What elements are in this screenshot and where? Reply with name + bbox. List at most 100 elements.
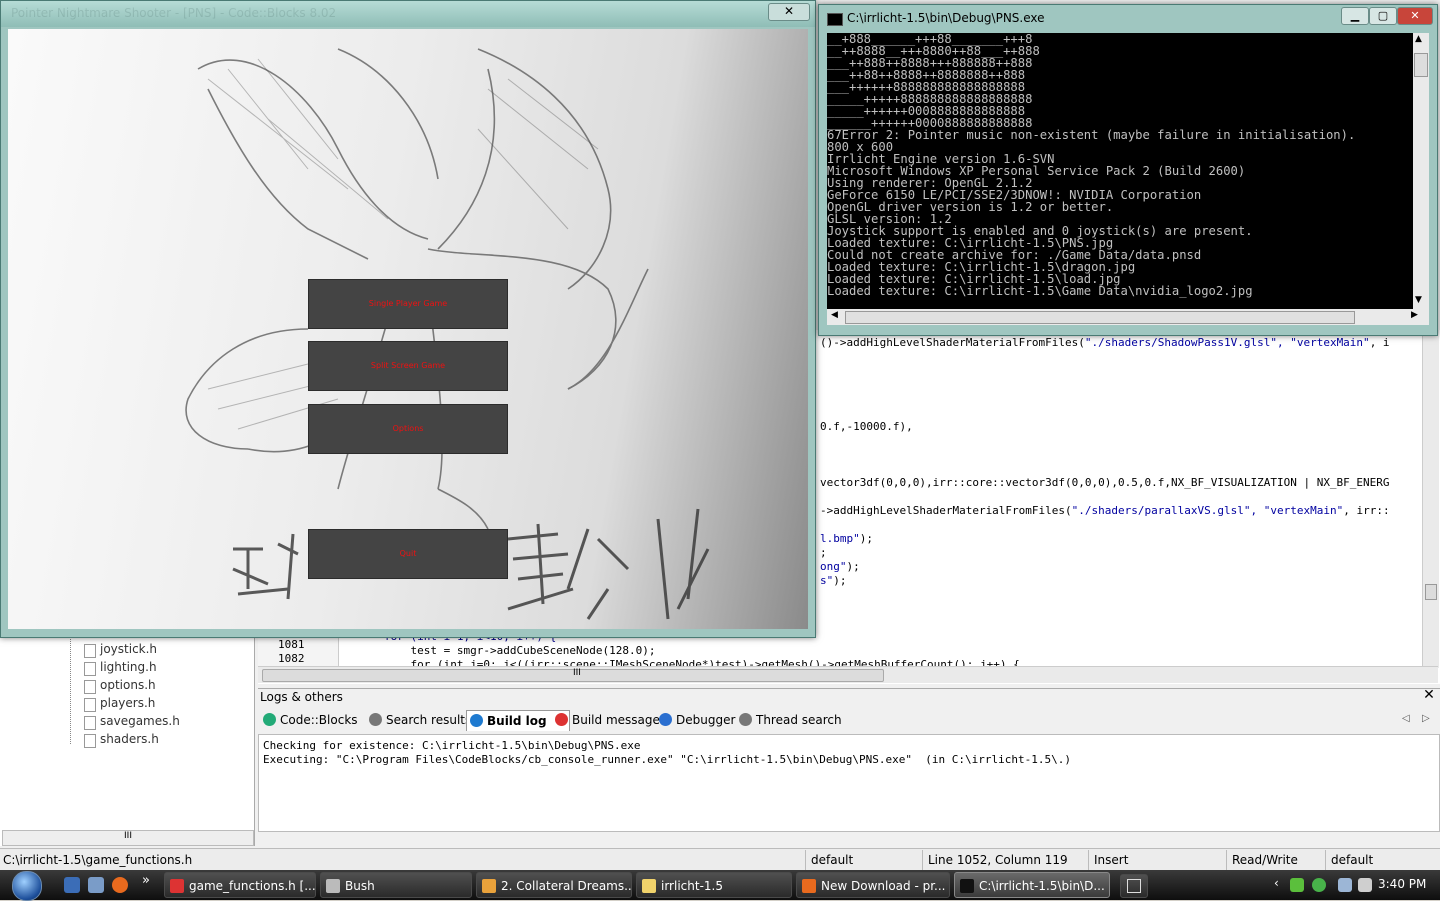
taskbar-task-button[interactable]: New Download - pr... [796, 872, 950, 898]
tab-scroll-left-icon[interactable]: ◁ [1402, 713, 1410, 724]
taskbar-task-button[interactable]: 2. Collateral Dreams... [476, 872, 632, 898]
taskbar-task-button[interactable]: C:\irrlicht-1.5\bin\D... [954, 872, 1110, 898]
tree-item-file[interactable]: shaders.h [84, 732, 159, 748]
tree-item-file[interactable]: joystick.h [83, 642, 157, 658]
console-output[interactable]: __+888______+++88_______+++8 __++8888__++… [827, 33, 1413, 309]
game-titlebar[interactable]: Pointer Nightmare Shooter - [PNS] - Code… [1, 1, 815, 27]
code-line[interactable]: vector3df(0,0,0),irr::core::vector3df(0,… [820, 476, 1390, 489]
console-vertical-scrollbar[interactable]: ▲ ▼ [1413, 33, 1429, 309]
tab-scroll-right-icon[interactable]: ▷ [1422, 713, 1430, 724]
tree-item-file[interactable]: savegames.h [84, 714, 180, 730]
project-tree-scrollbar[interactable]: III [2, 830, 254, 846]
generic-window-icon [1127, 879, 1141, 893]
tab-icon [369, 713, 382, 726]
status-access: Read/Write [1232, 853, 1298, 867]
console-hscroll-thumb[interactable] [845, 311, 1355, 324]
log-line: Executing: "C:\Program Files\CodeBlocks/… [263, 753, 1071, 766]
taskbar-extra-button[interactable] [1120, 874, 1148, 898]
code-line[interactable]: l.bmp"); [820, 532, 873, 545]
tree-item-file[interactable]: options.h [84, 678, 156, 694]
game-close-button[interactable]: ✕ [768, 3, 810, 21]
game-viewport[interactable]: Single Player Game Split Screen Game Opt… [8, 29, 808, 629]
hscroll-grip: III [573, 668, 581, 678]
start-button[interactable] [4, 870, 48, 901]
tray-expand-icon[interactable]: ‹ [1274, 876, 1279, 890]
windows-orb-icon [12, 871, 42, 901]
status-encoding: default [811, 853, 854, 867]
line-number: 1081 [278, 638, 305, 651]
project-tree[interactable]: joystick.h lighting.h options.h players.h sa… [0, 628, 255, 846]
code-line[interactable]: s"); [820, 574, 847, 587]
console-line: 67Error 2: Pointer music non-existent (m… [827, 128, 1356, 142]
tray-security-icon[interactable] [1312, 878, 1326, 892]
code-text: , i [1369, 336, 1390, 349]
quicklaunch-overflow-icon[interactable]: » [142, 873, 150, 888]
tab-label: Build messages [572, 713, 667, 727]
tab-icon [659, 713, 672, 726]
taskbar-task-button[interactable]: irrlicht-1.5 [636, 872, 792, 898]
tab-icon [555, 713, 568, 726]
code-line[interactable]: ()->addHighLevelShaderMaterialFromFiles(… [820, 336, 1390, 349]
tree-item-file[interactable]: players.h [83, 696, 155, 712]
status-file-path: C:\irrlicht-1.5\game_functions.h [3, 853, 193, 867]
code-line[interactable]: 0.f,-10000.f), [820, 420, 913, 433]
tab-search-results[interactable]: Search results [366, 710, 482, 730]
scroll-left-icon[interactable]: ◀ [831, 310, 838, 320]
tab-icon [263, 713, 276, 726]
editor-vscroll-thumb[interactable] [1425, 584, 1437, 600]
options-button[interactable]: Options [308, 404, 508, 454]
single-player-button[interactable]: Single Player Game [308, 279, 508, 329]
task-app-icon [960, 879, 974, 893]
code-line[interactable]: ong"); [820, 560, 860, 573]
status-bar: C:\irrlicht-1.5\game_functions.h default… [0, 848, 1440, 871]
tray-connection-icon[interactable] [1338, 878, 1352, 892]
code-string: s" [820, 574, 834, 587]
editor-vertical-scrollbar[interactable] [1422, 330, 1439, 668]
tray-volume-icon[interactable] [1358, 878, 1372, 892]
tab-label: Search results [386, 713, 472, 727]
code-text: ); [846, 560, 860, 573]
switch-windows-icon[interactable] [88, 877, 104, 893]
tree-item-file[interactable]: lighting.h [84, 660, 157, 676]
task-app-icon [170, 879, 184, 893]
code-text: ); [833, 574, 847, 587]
console-app-icon [827, 13, 843, 26]
tab-thread-search[interactable]: Thread search [736, 710, 856, 730]
code-string: l.bmp" [820, 532, 860, 545]
code-text: ()->addHighLevelShaderMaterialFromFiles( [820, 336, 1085, 349]
tree-scroll-grip: III [124, 831, 132, 841]
taskbar-task-button[interactable]: Bush [320, 872, 472, 898]
editor-hscroll-thumb[interactable]: III [262, 668, 884, 682]
tab-label: Code::Blocks [280, 713, 358, 727]
console-vscroll-thumb[interactable] [1414, 53, 1428, 77]
status-language: default [1331, 853, 1374, 867]
show-desktop-icon[interactable] [64, 877, 80, 893]
taskbar-task-button[interactable]: game_functions.h [... [164, 872, 316, 898]
build-log-output[interactable]: Checking for existence: C:\irrlicht-1.5\… [258, 734, 1440, 832]
code-line[interactable]: ; [820, 546, 827, 559]
scroll-right-icon[interactable]: ▶ [1411, 310, 1418, 320]
logs-close-button[interactable]: ✕ [1422, 688, 1436, 702]
system-clock[interactable]: 3:40 PM [1378, 877, 1426, 891]
code-line[interactable]: ->addHighLevelShaderMaterialFromFiles(".… [820, 504, 1390, 517]
console-window-title: C:\irrlicht-1.5\bin\Debug\PNS.exe [847, 11, 1045, 25]
console-line: Loaded texture: C:\irrlicht-1.5\Game Dat… [827, 284, 1253, 298]
editor-horizontal-scrollbar[interactable]: III [258, 666, 1438, 683]
code-line[interactable]: test = smgr->addCubeSceneNode(128.0); [384, 644, 655, 657]
tray-network-icon[interactable] [1290, 878, 1304, 892]
scroll-down-icon[interactable]: ▼ [1415, 295, 1422, 305]
maximize-icon[interactable]: ▢ [1369, 7, 1397, 25]
console-window: C:\irrlicht-1.5\bin\Debug\PNS.exe ▁ ▢ ✕ … [818, 4, 1438, 336]
quit-button[interactable]: Quit [308, 529, 508, 579]
split-screen-button[interactable]: Split Screen Game [308, 341, 508, 391]
tab-label: Thread search [756, 713, 842, 727]
minimize-icon[interactable]: ▁ [1341, 7, 1369, 25]
log-line: Checking for existence: C:\irrlicht-1.5\… [263, 739, 641, 752]
close-icon[interactable]: ✕ [1397, 7, 1433, 25]
console-horizontal-scrollbar[interactable]: ◀ ▶ [827, 309, 1429, 325]
tab-build-messages[interactable]: Build messages [552, 710, 672, 730]
tab-code-blocks[interactable]: Code::Blocks [260, 710, 380, 730]
firefox-icon[interactable] [112, 877, 128, 893]
line-number: 1082 [278, 652, 305, 665]
scroll-up-icon[interactable]: ▲ [1415, 34, 1422, 44]
